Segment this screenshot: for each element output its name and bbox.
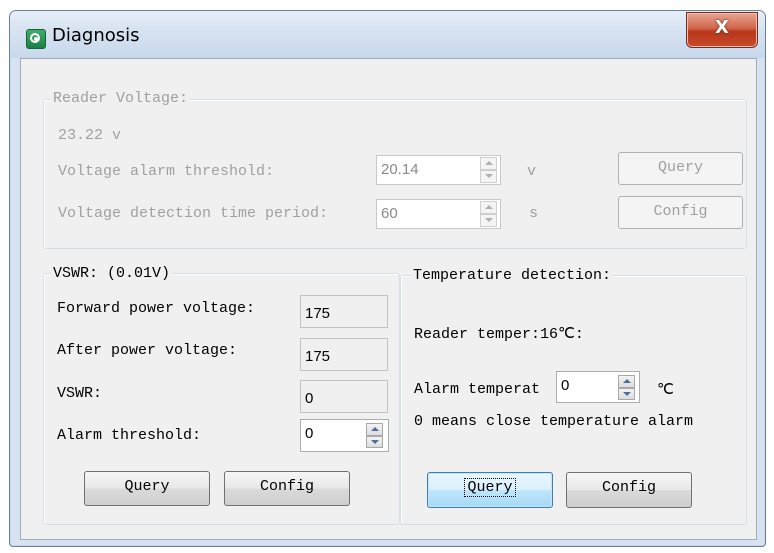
- vswr-query-label: Query: [124, 478, 170, 495]
- close-button[interactable]: X: [686, 12, 758, 48]
- temperature-config-label: Config: [601, 479, 656, 496]
- temperature-alarm-note: 0 means close temperature alarm: [414, 413, 694, 430]
- alarm-temperature-unit: ℃: [657, 382, 674, 399]
- spin-down-icon[interactable]: [366, 435, 383, 448]
- vswr-value: 0: [300, 380, 388, 413]
- voltage-alarm-unit: v: [527, 163, 537, 180]
- voltage-config-label: Config: [653, 203, 708, 220]
- spin-down-icon[interactable]: [480, 214, 497, 227]
- voltage-query-label: Query: [657, 159, 703, 176]
- close-icon: X: [715, 17, 729, 38]
- temperature-legend: Temperature detection:: [411, 267, 614, 284]
- spin-up-icon[interactable]: [366, 423, 383, 436]
- vswr-alarm-threshold-spinner[interactable]: [366, 423, 383, 448]
- client-area: Reader Voltage: 23.22 v Voltage alarm th…: [20, 58, 757, 540]
- alarm-temperature-label: Alarm temperat: [414, 381, 541, 398]
- spin-down-icon[interactable]: [618, 387, 635, 400]
- forward-power-voltage-label: Forward power voltage:: [57, 300, 256, 317]
- forward-power-voltage-value: 175: [300, 295, 388, 328]
- voltage-period-unit: s: [529, 205, 539, 222]
- voltage-alarm-threshold-label: Voltage alarm threshold:: [58, 163, 275, 180]
- voltage-detection-period-spinner[interactable]: [480, 201, 497, 227]
- voltage-detection-period-label: Voltage detection time period:: [58, 205, 329, 222]
- reader-temperature-label: Reader temper:16℃:: [414, 326, 584, 343]
- spin-down-icon[interactable]: [480, 170, 497, 183]
- reader-voltage-legend: Reader Voltage:: [51, 90, 191, 107]
- voltage-query-button[interactable]: Query: [618, 152, 743, 185]
- after-power-voltage-value: 175: [300, 338, 388, 371]
- reader-voltage-value: 23.22 v: [58, 127, 122, 144]
- spin-up-icon[interactable]: [480, 201, 497, 214]
- voltage-alarm-threshold-spinner[interactable]: [480, 157, 497, 183]
- alarm-temperature-spinner[interactable]: [618, 375, 635, 400]
- app-icon: [26, 29, 46, 49]
- after-power-voltage-label: After power voltage:: [57, 342, 238, 359]
- diagnosis-window: Diagnosis X Reader Voltage: 23.22 v Volt…: [9, 10, 766, 547]
- spin-up-icon[interactable]: [618, 375, 635, 388]
- vswr-config-button[interactable]: Config: [224, 471, 350, 506]
- vswr-config-label: Config: [259, 478, 314, 495]
- window-title: Diagnosis: [52, 25, 140, 46]
- temperature-query-label: Query: [464, 478, 516, 497]
- vswr-query-button[interactable]: Query: [84, 471, 210, 506]
- vswr-label: VSWR:: [57, 385, 103, 402]
- title-bar[interactable]: Diagnosis X: [10, 11, 765, 58]
- voltage-config-button[interactable]: Config: [618, 196, 743, 229]
- vswr-legend: VSWR: (0.01V): [51, 265, 173, 282]
- vswr-alarm-threshold-label: Alarm threshold:: [57, 427, 202, 444]
- temperature-query-button[interactable]: Query: [427, 472, 553, 508]
- temperature-config-button[interactable]: Config: [566, 472, 692, 508]
- spin-up-icon[interactable]: [480, 157, 497, 170]
